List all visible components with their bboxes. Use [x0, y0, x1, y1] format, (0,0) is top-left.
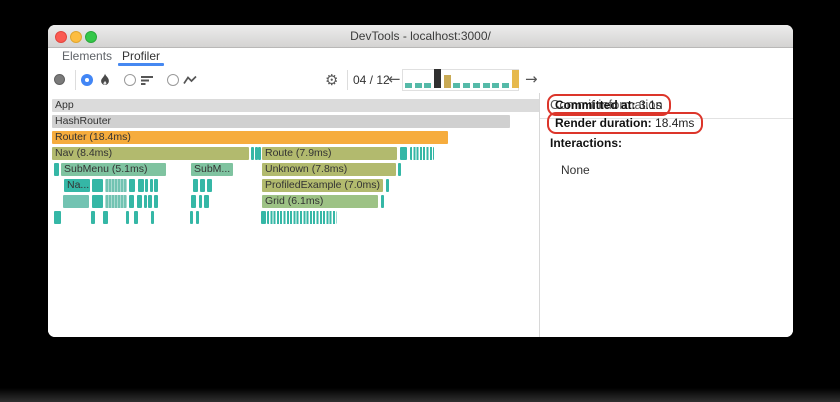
snapshot-bar-7[interactable]: [463, 83, 471, 88]
flame-bar[interactable]: [126, 211, 129, 224]
committed-at-label: Committed at:: [555, 98, 636, 112]
snapshot-bar-3[interactable]: [424, 83, 432, 88]
snapshot-bar-1[interactable]: [405, 83, 412, 88]
flame-bar[interactable]: [129, 195, 134, 208]
snapshot-bar-10[interactable]: [492, 83, 500, 88]
flame-bar[interactable]: [154, 195, 158, 208]
flame-bar-route79ms[interactable]: Route (7.9ms): [262, 147, 397, 160]
snapshot-bar-8[interactable]: [472, 83, 480, 88]
commit-info-panel: Commit information Committed at: 3.1s Re…: [539, 93, 793, 337]
flame-bar[interactable]: [258, 147, 261, 160]
snapshot-bar-11[interactable]: [501, 83, 509, 88]
flame-bar[interactable]: [148, 195, 152, 208]
flame-bar[interactable]: [196, 211, 199, 224]
tab-profiler[interactable]: Profiler: [118, 48, 165, 66]
screenshot-background: DevTools - localhost:3000/ Elements Prof…: [0, 0, 840, 402]
shadow-fade: [0, 388, 840, 402]
content-area: App HashRouter Router (18.4ms) Nav (8.4ms) R…: [48, 93, 793, 337]
tab-profiler-label: Profiler: [122, 49, 161, 63]
record-button[interactable]: [54, 74, 65, 85]
snapshot-bar-9[interactable]: [482, 83, 490, 88]
flame-bar[interactable]: [398, 163, 401, 176]
flame-bar[interactable]: [54, 163, 59, 176]
flame-bar[interactable]: [261, 211, 266, 224]
flame-bar[interactable]: [207, 179, 212, 192]
snapshot-bar-4-selected[interactable]: [434, 69, 442, 88]
flame-chart: App HashRouter Router (18.4ms) Nav (8.4ms) R…: [48, 93, 540, 337]
interactions-value: None: [561, 163, 590, 177]
flame-bar[interactable]: [138, 179, 144, 192]
snapshot-counter: 04 / 12: [353, 73, 390, 87]
flame-bar[interactable]: [193, 179, 198, 192]
flame-bar[interactable]: [105, 179, 127, 192]
flame-bar[interactable]: [386, 179, 389, 192]
ranked-chart-radio[interactable]: [124, 74, 136, 86]
snapshot-selector[interactable]: [402, 69, 519, 91]
tab-bar: Elements Profiler: [48, 48, 793, 66]
previous-snapshot-arrow[interactable]: ←: [388, 66, 401, 94]
flame-bar-app[interactable]: App: [52, 99, 540, 112]
flame-bar-profiledexample70ms[interactable]: ProfiledExample (7.0ms): [262, 179, 383, 192]
flame-bar[interactable]: [54, 211, 61, 224]
settings-gear-icon[interactable]: ⚙: [325, 66, 338, 94]
next-snapshot-arrow[interactable]: →: [525, 66, 538, 94]
flame-bar[interactable]: [91, 211, 95, 224]
flame-bar[interactable]: [204, 195, 209, 208]
flame-bar[interactable]: [199, 195, 202, 208]
flame-bar[interactable]: [267, 211, 337, 224]
flame-bar[interactable]: [190, 211, 193, 224]
flame-bar[interactable]: [103, 211, 108, 224]
toolbar-divider: [75, 70, 76, 90]
flame-bar-grid61ms[interactable]: Grid (6.1ms): [262, 195, 378, 208]
flame-bar[interactable]: [251, 147, 254, 160]
titlebar: DevTools - localhost:3000/: [48, 25, 793, 48]
snapshot-bar-2[interactable]: [414, 83, 422, 88]
flame-bar[interactable]: [144, 195, 147, 208]
flame-bar[interactable]: [134, 211, 138, 224]
window-title: DevTools - localhost:3000/: [350, 29, 491, 43]
render-duration-annotation: Render duration: 18.4ms: [547, 112, 704, 134]
flame-bar[interactable]: [381, 195, 384, 208]
snapshot-bar-6[interactable]: [453, 83, 461, 88]
flame-bar[interactable]: [129, 179, 135, 192]
tab-elements[interactable]: Elements: [62, 48, 112, 66]
flame-icon[interactable]: [98, 73, 112, 87]
flame-bar-router184ms[interactable]: Router (18.4ms): [52, 131, 448, 144]
flame-bar-submenu51ms[interactable]: SubMenu (5.1ms): [61, 163, 166, 176]
devtools-window: DevTools - localhost:3000/ Elements Prof…: [48, 25, 793, 337]
flame-bar[interactable]: [105, 195, 127, 208]
committed-at-value: 3.1s: [639, 98, 662, 112]
flame-bar-hashrouter[interactable]: HashRouter: [52, 115, 510, 128]
render-duration-value: 18.4ms: [655, 116, 695, 130]
flame-bar[interactable]: [400, 147, 407, 160]
render-duration-label: Render duration:: [555, 116, 652, 130]
interactions-label: Interactions:: [550, 136, 623, 150]
snapshot-bar-12[interactable]: [511, 70, 519, 88]
snapshot-bar-5[interactable]: [443, 75, 451, 88]
flame-bar[interactable]: [150, 179, 153, 192]
flame-bar-nav84ms[interactable]: Nav (8.4ms): [52, 147, 249, 160]
toolbar-divider: [347, 70, 348, 90]
flame-bar[interactable]: [63, 195, 89, 208]
flame-bar-na[interactable]: Na...: [64, 179, 90, 192]
flame-bar[interactable]: [410, 147, 434, 160]
flame-bar[interactable]: [92, 179, 103, 192]
flame-bar[interactable]: [154, 179, 158, 192]
flame-bar[interactable]: [145, 179, 148, 192]
profiler-toolbar: ⚙ 04 / 12 ← →: [48, 66, 793, 95]
flame-bar[interactable]: [137, 195, 142, 208]
flame-bar[interactable]: [92, 195, 103, 208]
flame-bar[interactable]: [200, 179, 205, 192]
flame-bar-unknown78ms[interactable]: Unknown (7.8ms): [262, 163, 396, 176]
flame-bar-subm[interactable]: SubM...: [191, 163, 233, 176]
flame-chart-radio[interactable]: [81, 74, 93, 86]
interactions-icon[interactable]: [183, 73, 197, 87]
flame-bar[interactable]: [191, 195, 196, 208]
flame-bar[interactable]: [151, 211, 154, 224]
ranked-chart-icon[interactable]: [140, 73, 154, 87]
interactions-radio[interactable]: [167, 74, 179, 86]
